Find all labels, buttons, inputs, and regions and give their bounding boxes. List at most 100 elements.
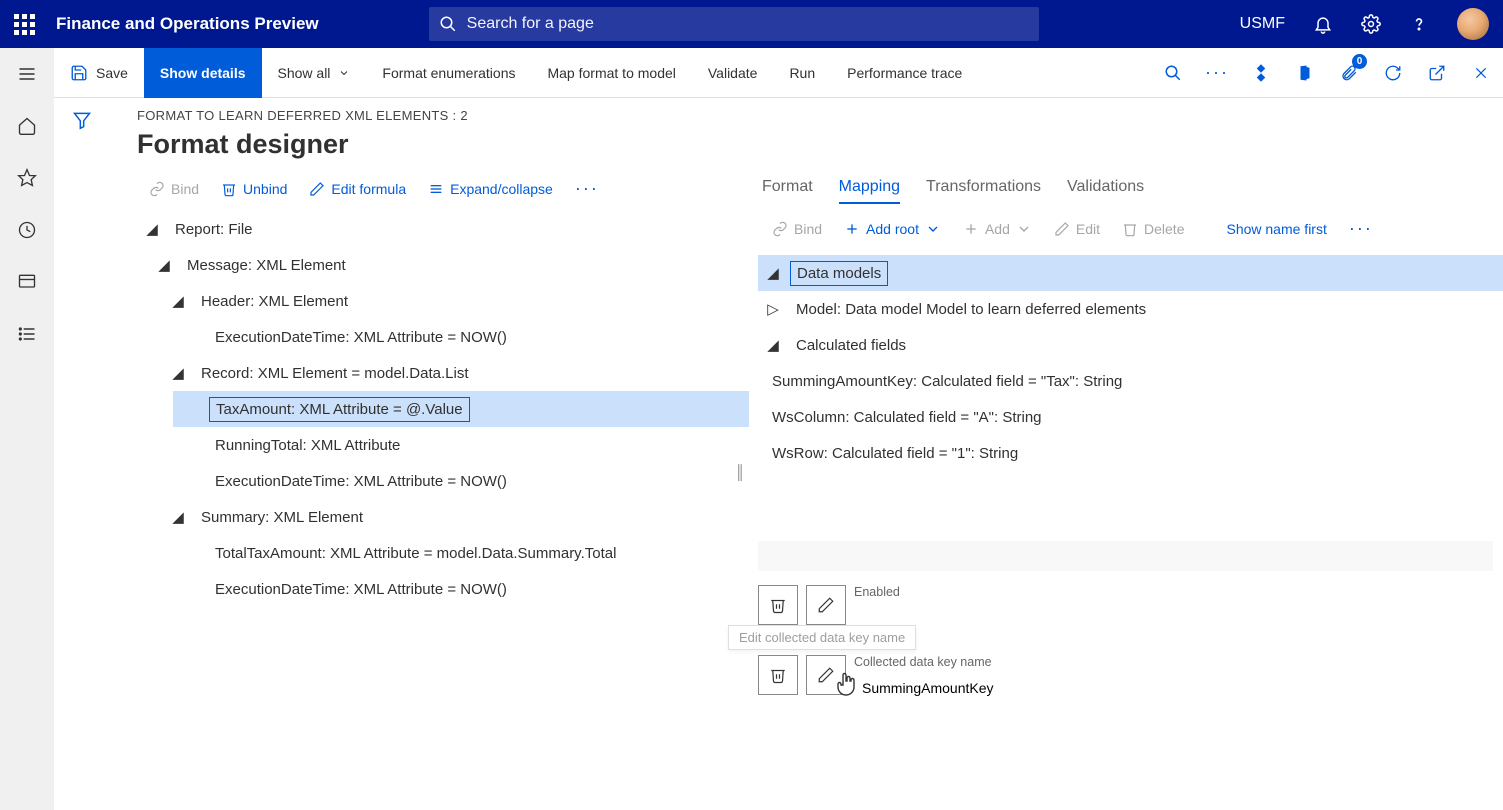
refresh-command[interactable] [1371,48,1415,98]
nav-home[interactable] [0,100,54,152]
expander-icon[interactable]: ◢ [171,292,185,310]
expander-icon[interactable]: ◢ [171,364,185,382]
options-command[interactable] [1239,48,1283,98]
pencil-icon [1054,221,1070,237]
tree-node-wscolumn[interactable]: WsColumn: Calculated field = "A": String [758,399,1503,435]
tab-mapping[interactable]: Mapping [839,178,900,204]
save-button[interactable]: Save [54,48,144,98]
tab-format[interactable]: Format [762,178,813,204]
help-button[interactable] [1395,0,1443,48]
tree-node-calculated-fields[interactable]: ◢Calculated fields [758,327,1503,363]
bell-icon [1313,14,1333,34]
popout-command[interactable] [1415,48,1459,98]
filter-icon[interactable] [72,110,92,130]
enabled-edit-button[interactable] [806,585,846,625]
attach-command[interactable]: 0 [1327,48,1371,98]
tree-node-report[interactable]: ◢Report: File [145,211,739,247]
property-area: Enabled Edit collected data key name [754,541,1503,725]
tree-node-message[interactable]: ◢Message: XML Element [145,247,739,283]
show-details-label: Show details [160,65,246,81]
performance-trace-button[interactable]: Performance trace [831,48,978,98]
tree-node-model[interactable]: ▷Model: Data model Model to learn deferr… [758,291,1503,327]
search-icon [439,15,457,33]
office-command[interactable] [1283,48,1327,98]
body-row: FORMAT TO LEARN DEFERRED XML ELEMENTS : … [54,98,1503,810]
tree-node-summary[interactable]: ◢Summary: XML Element [145,499,739,535]
nav-hamburger[interactable] [0,48,54,100]
run-button[interactable]: Run [773,48,831,98]
more-command[interactable]: ··· [1195,48,1239,98]
format-enumerations-label: Format enumerations [382,65,515,81]
property-divider [758,541,1493,571]
format-tree: ◢Report: File ◢Message: XML Element ◢Hea… [109,207,739,607]
add-root-button[interactable]: Add root [834,219,951,239]
tree-node-record[interactable]: ◢Record: XML Element = model.Data.List [145,355,739,391]
unbind-button[interactable]: Unbind [211,179,297,199]
bind-button: Bind [139,179,209,199]
enabled-delete-button[interactable] [758,585,798,625]
right-more-button[interactable]: ··· [1339,218,1383,239]
validate-button[interactable]: Validate [692,48,774,98]
nav-favorites[interactable] [0,152,54,204]
search-input[interactable] [467,15,1039,33]
expander-icon[interactable]: ◢ [171,508,185,526]
tab-validations[interactable]: Validations [1067,178,1144,204]
tree-node-record-exec[interactable]: ◢ExecutionDateTime: XML Attribute = NOW(… [145,463,739,499]
trash-icon [1122,221,1138,237]
expander-icon[interactable]: ◢ [157,256,171,274]
show-name-first-button[interactable]: Show name first [1216,219,1336,239]
show-all-button[interactable]: Show all [262,48,367,98]
left-more-button[interactable]: ··· [565,178,609,199]
notifications-button[interactable] [1299,0,1347,48]
key-name-edit-button[interactable] [806,655,846,695]
nav-modules[interactable] [0,308,54,360]
enabled-input[interactable] [854,603,1454,633]
tree-node-runningtotal[interactable]: ◢RunningTotal: XML Attribute [145,427,739,463]
tree-node-totaltax[interactable]: ◢TotalTaxAmount: XML Attribute = model.D… [145,535,739,571]
validate-label: Validate [708,65,758,81]
tree-node-wsrow[interactable]: WsRow: Calculated field = "1": String [758,435,1503,471]
chevron-down-icon [925,221,941,237]
tab-transformations[interactable]: Transformations [926,178,1041,204]
format-enumerations-button[interactable]: Format enumerations [366,48,531,98]
app-launcher[interactable] [0,0,48,48]
chevron-down-icon [1016,221,1032,237]
trash-icon [769,666,787,684]
user-avatar[interactable] [1457,8,1489,40]
expander-icon[interactable]: ◢ [766,336,780,354]
expand-collapse-button[interactable]: Expand/collapse [418,179,563,199]
link-icon [772,221,788,237]
waffle-icon [14,14,35,35]
show-details-button[interactable]: Show details [144,48,262,98]
format-tree-pane: Bind Unbind Edit formula Expand/collapse… [109,174,739,810]
nav-recent[interactable] [0,204,54,256]
tree-node-header-exec[interactable]: ◢ExecutionDateTime: XML Attribute = NOW(… [145,319,739,355]
key-name-label: Collected data key name [854,655,1503,669]
page-title: Format designer [109,127,1503,174]
left-toolbar: Bind Unbind Edit formula Expand/collapse… [109,174,739,207]
search-command[interactable] [1151,48,1195,98]
tree-node-summing-key[interactable]: SummingAmountKey: Calculated field = "Ta… [758,363,1503,399]
tree-node-summary-exec[interactable]: ◢ExecutionDateTime: XML Attribute = NOW(… [145,571,739,607]
app-title: Finance and Operations Preview [48,14,319,34]
attach-badge: 0 [1352,54,1367,69]
settings-button[interactable] [1347,0,1395,48]
tree-node-header[interactable]: ◢Header: XML Element [145,283,739,319]
company-label[interactable]: USMF [1226,15,1299,33]
tree-node-data-models[interactable]: ◢Data models [758,255,1503,291]
tree-node-taxamount[interactable]: ◢TaxAmount: XML Attribute = @.Value [145,391,739,427]
pane-splitter[interactable]: ║ [735,464,745,480]
key-name-input[interactable] [854,673,1454,703]
map-format-to-model-button[interactable]: Map format to model [531,48,691,98]
global-search[interactable] [429,7,1039,41]
nav-workspaces[interactable] [0,256,54,308]
right-bind-button: Bind [762,219,832,239]
expander-icon[interactable]: ▷ [766,300,780,318]
close-command[interactable] [1459,48,1503,98]
expander-icon[interactable]: ◢ [766,264,780,282]
edit-formula-button[interactable]: Edit formula [299,179,416,199]
key-name-delete-button[interactable] [758,655,798,695]
star-icon [17,168,37,188]
expander-icon[interactable]: ◢ [145,220,159,238]
show-all-label: Show all [278,65,331,81]
